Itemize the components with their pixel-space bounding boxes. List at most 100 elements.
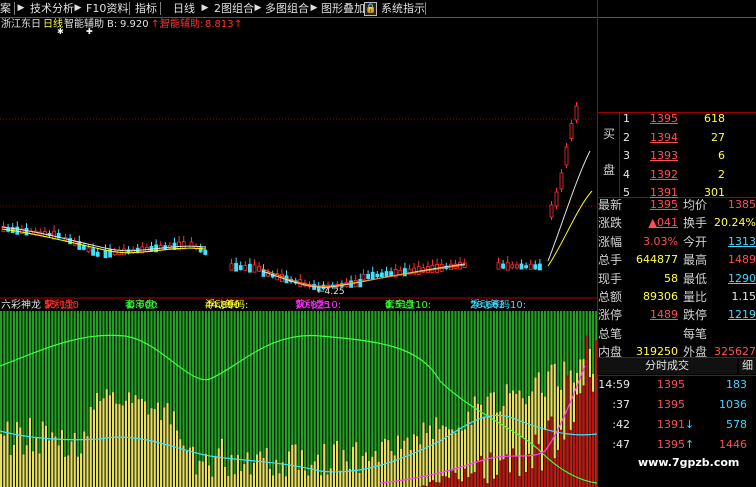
floating-bar — [102, 398, 105, 487]
trapped-bar — [553, 311, 556, 364]
tick-volume: 578 — [726, 418, 747, 431]
quote-label: 换手 — [683, 216, 708, 231]
trapped-bar — [396, 311, 399, 436]
order-volume: 2 — [718, 167, 725, 181]
profit-bar — [502, 459, 505, 487]
menu-tech-analysis[interactable]: 技术分析 — [30, 0, 74, 17]
quote-label: 均价 — [683, 198, 708, 212]
menu-f10[interactable]: F10资料 — [86, 0, 128, 17]
trapped-bar — [547, 311, 550, 372]
buy-label-2: 盘 — [603, 163, 616, 177]
quote-label: 涨幅 — [598, 234, 623, 249]
candle-body — [538, 263, 542, 271]
trapped-bar — [464, 311, 467, 430]
tick-volume: 1446 — [719, 438, 747, 451]
floating-bar — [99, 401, 102, 487]
floating-bar — [76, 456, 79, 487]
trapped-bar — [256, 311, 259, 455]
tab-detail[interactable]: 细 — [739, 358, 756, 374]
menu-daily[interactable]: 日线 — [173, 0, 195, 17]
menu-multi-chart[interactable]: 多图组合 — [265, 0, 309, 17]
floating-bar — [272, 475, 275, 487]
dropdown-arrow-icon[interactable]: ▶ — [254, 1, 262, 15]
trapped-bar — [358, 311, 361, 473]
floating-bar — [384, 438, 387, 487]
dropdown-arrow-icon[interactable]: ▶ — [74, 1, 82, 15]
profit-bar — [467, 476, 470, 487]
profit-bar — [534, 434, 537, 487]
floating-bar — [252, 462, 255, 487]
trapped-bar — [128, 311, 131, 393]
floating-bar — [25, 445, 28, 487]
floating-bar — [64, 456, 67, 487]
quote-value: 644877 — [636, 253, 678, 267]
smart-value: 8.813 — [205, 19, 234, 30]
profit-bar — [460, 481, 463, 487]
order-price: 1392 — [650, 167, 678, 181]
menu-indicator[interactable]: 指标 — [135, 0, 157, 17]
dropdown-arrow-icon[interactable]: ▶ — [201, 1, 209, 15]
profit-bar — [572, 422, 575, 487]
dropdown-arrow-icon[interactable]: ▶ — [310, 1, 318, 15]
candle-body — [366, 273, 371, 279]
floating-bar — [188, 447, 191, 487]
floating-bar — [80, 453, 83, 487]
floating-bar — [336, 440, 339, 487]
trapped-bar — [409, 311, 412, 450]
profit-bar — [563, 439, 566, 487]
floating-bar — [486, 396, 489, 487]
trapped-bar — [419, 311, 422, 445]
profit-bar — [544, 430, 547, 487]
trapped-bar — [265, 311, 268, 448]
menu-2-chart[interactable]: 2图组合 — [214, 0, 254, 17]
candle-body — [103, 249, 108, 259]
quote-value: ▲041 — [648, 216, 678, 230]
floating-bar — [268, 468, 271, 487]
floating-bar — [60, 430, 63, 487]
quote-label: 总手 — [598, 253, 623, 268]
trapped-bar — [124, 311, 127, 401]
quote-label: 最低 — [683, 271, 708, 286]
floating-bar — [320, 475, 323, 487]
trapped-bar — [99, 311, 102, 402]
candle-body — [122, 248, 126, 256]
floating-bar — [416, 436, 419, 487]
trapped-bar — [364, 311, 367, 453]
trapped-bar — [44, 311, 47, 426]
floating-bar — [96, 392, 99, 487]
trapped-bar — [86, 311, 89, 437]
order-volume: 27 — [711, 130, 725, 144]
trapped-bar — [332, 311, 335, 445]
tick-price: 1395 — [657, 398, 685, 411]
floating-bar — [265, 447, 268, 487]
tab-ticks[interactable]: 分时成交 — [597, 358, 737, 374]
order-level: 4 — [623, 167, 630, 181]
floating-bar — [371, 456, 374, 487]
floating-bar — [281, 462, 284, 487]
profit-bar — [592, 391, 595, 487]
profit-bar — [454, 472, 457, 487]
chip-distribution-indicator[interactable] — [0, 311, 597, 487]
profit-bar — [560, 429, 563, 487]
profit-bar — [448, 477, 451, 487]
quote-value: 3.03% — [643, 234, 678, 248]
candlestick-chart[interactable] — [0, 31, 597, 299]
menu-system-signal[interactable]: 系统指示 — [381, 0, 425, 17]
menu-overlay[interactable]: 图形叠加 — [321, 0, 365, 17]
candle-body — [370, 271, 375, 280]
dropdown-arrow-icon[interactable]: ▶ — [17, 1, 25, 15]
trapped-bar — [451, 311, 454, 430]
trapped-bar — [524, 311, 527, 405]
tick-price: 1395 — [657, 378, 685, 391]
candle-body — [353, 279, 358, 288]
profit-bar — [576, 394, 579, 487]
trapped-bar — [508, 311, 511, 394]
trapped-bar — [284, 311, 287, 477]
candle-body — [505, 261, 510, 271]
trapped-bar — [460, 311, 463, 431]
lock-icon[interactable]: 🔒 — [364, 2, 377, 16]
floating-bar — [435, 417, 438, 487]
floating-bar — [0, 433, 3, 487]
menu-case[interactable]: 案 — [0, 0, 11, 17]
trapped-bar — [470, 311, 473, 425]
